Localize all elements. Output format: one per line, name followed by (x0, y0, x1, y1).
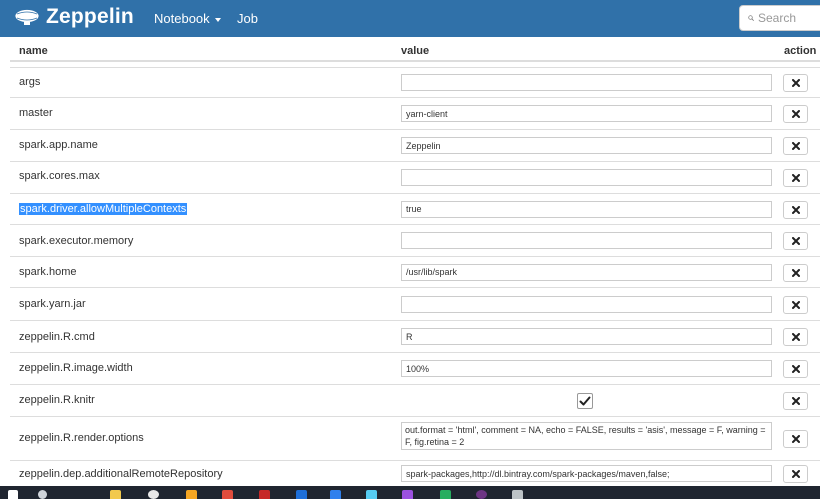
property-name: zeppelin.dep.additionalRemoteRepository (19, 468, 223, 480)
property-value-textarea[interactable] (401, 422, 772, 450)
taskbar-chrome-icon[interactable] (148, 490, 159, 499)
search-icon (748, 15, 754, 21)
property-name: zeppelin.R.knitr (19, 394, 95, 406)
table-row: spark.yarn.jar (10, 287, 820, 320)
search-input[interactable] (758, 11, 820, 25)
property-value-input[interactable] (401, 232, 772, 249)
taskbar-app-icon[interactable] (366, 490, 377, 499)
taskbar-app-icon[interactable] (259, 490, 270, 499)
close-icon (791, 268, 800, 277)
nav-notebook-menu[interactable]: Notebook (154, 11, 221, 26)
start-icon[interactable] (8, 490, 18, 499)
property-name: zeppelin.R.image.width (19, 362, 133, 374)
property-name: spark.app.name (19, 139, 98, 151)
property-value-input[interactable] (401, 74, 772, 91)
table-row: spark.app.name (10, 129, 820, 161)
taskbar-app-icon[interactable] (402, 490, 413, 499)
table-row: zeppelin.dep.additionalRemoteRepository (10, 460, 820, 486)
property-name: zeppelin.R.cmd (19, 331, 95, 343)
brand-name: Zeppelin (46, 5, 134, 28)
property-value-input[interactable] (401, 295, 772, 313)
property-name: spark.home (19, 266, 77, 278)
search-box[interactable] (739, 5, 820, 31)
remove-property-button[interactable] (783, 465, 808, 483)
close-icon (791, 470, 800, 478)
taskbar-app-icon[interactable] (440, 490, 451, 499)
close-icon (791, 435, 800, 443)
remove-property-button[interactable] (783, 295, 808, 314)
remove-property-button[interactable] (783, 74, 808, 92)
remove-property-button[interactable] (783, 105, 808, 123)
close-icon (791, 142, 800, 150)
table-row: args (10, 67, 820, 97)
close-icon (791, 365, 800, 373)
column-header-value: value (401, 45, 430, 57)
taskbar-folder-icon[interactable] (110, 490, 121, 499)
taskbar-app-icon[interactable] (512, 490, 523, 499)
close-icon (791, 174, 800, 182)
close-icon (791, 237, 800, 245)
caret-down-icon (214, 17, 221, 22)
property-name: zeppelin.R.render.options (19, 432, 144, 444)
property-value-input[interactable] (401, 360, 772, 377)
table-row: zeppelin.R.cmd (10, 320, 820, 352)
remove-property-button[interactable] (783, 200, 808, 219)
taskbar-app-icon[interactable] (186, 490, 197, 499)
table-row: master (10, 97, 820, 129)
close-icon (791, 397, 800, 405)
property-value-input[interactable] (401, 137, 772, 154)
nav-notebook-label: Notebook (154, 11, 210, 26)
top-navbar: Zeppelin Notebook Job (0, 0, 820, 37)
taskbar-app-icon[interactable] (296, 490, 307, 499)
property-value-input[interactable] (401, 200, 772, 218)
nav-job-label: Job (237, 11, 258, 26)
nav-job-link[interactable]: Job (237, 11, 258, 26)
taskbar-search-icon[interactable] (38, 490, 47, 499)
table-row: spark.executor.memory (10, 224, 820, 256)
remove-property-button[interactable] (783, 360, 808, 378)
property-name: spark.executor.memory (19, 235, 134, 247)
remove-property-button[interactable] (783, 392, 808, 410)
table-row: zeppelin.R.knitr (10, 384, 820, 416)
remove-property-button[interactable] (783, 263, 808, 282)
column-header-name: name (19, 45, 48, 57)
property-name: spark.cores.max (19, 170, 100, 182)
table-row: spark.cores.max (10, 161, 820, 193)
close-icon (791, 110, 800, 118)
property-value-input[interactable] (401, 169, 772, 186)
brand[interactable]: Zeppelin (14, 4, 134, 30)
property-name: spark.yarn.jar (19, 298, 86, 310)
property-value-input[interactable] (401, 105, 772, 122)
property-value-input[interactable] (401, 263, 772, 281)
table-row: zeppelin.R.image.width (10, 352, 820, 384)
check-icon (579, 396, 591, 406)
column-header-action: action (784, 45, 817, 57)
close-icon (791, 333, 800, 341)
table-row: spark.driver.allowMultipleContexts (10, 193, 820, 224)
os-taskbar (0, 486, 820, 499)
remove-property-button[interactable] (783, 169, 808, 187)
table-row: spark.home (10, 256, 820, 287)
taskbar-app-icon[interactable] (476, 490, 487, 499)
property-value-input[interactable] (401, 465, 772, 482)
remove-property-button[interactable] (783, 232, 808, 250)
table-row: zeppelin.R.render.options (10, 416, 820, 460)
remove-property-button[interactable] (783, 430, 808, 448)
remove-property-button[interactable] (783, 328, 808, 346)
header-divider (10, 60, 820, 62)
close-icon (791, 79, 800, 87)
property-name: spark.driver.allowMultipleContexts (19, 203, 188, 215)
remove-property-button[interactable] (783, 137, 808, 155)
close-icon (791, 205, 800, 214)
property-name: args (19, 76, 41, 88)
property-value-input[interactable] (401, 328, 772, 345)
property-value-checkbox[interactable] (577, 393, 593, 409)
zeppelin-logo-icon (14, 9, 40, 25)
taskbar-app-icon[interactable] (330, 490, 341, 499)
close-icon (791, 300, 800, 309)
taskbar-app-icon[interactable] (222, 490, 233, 499)
property-name: master (19, 107, 53, 119)
